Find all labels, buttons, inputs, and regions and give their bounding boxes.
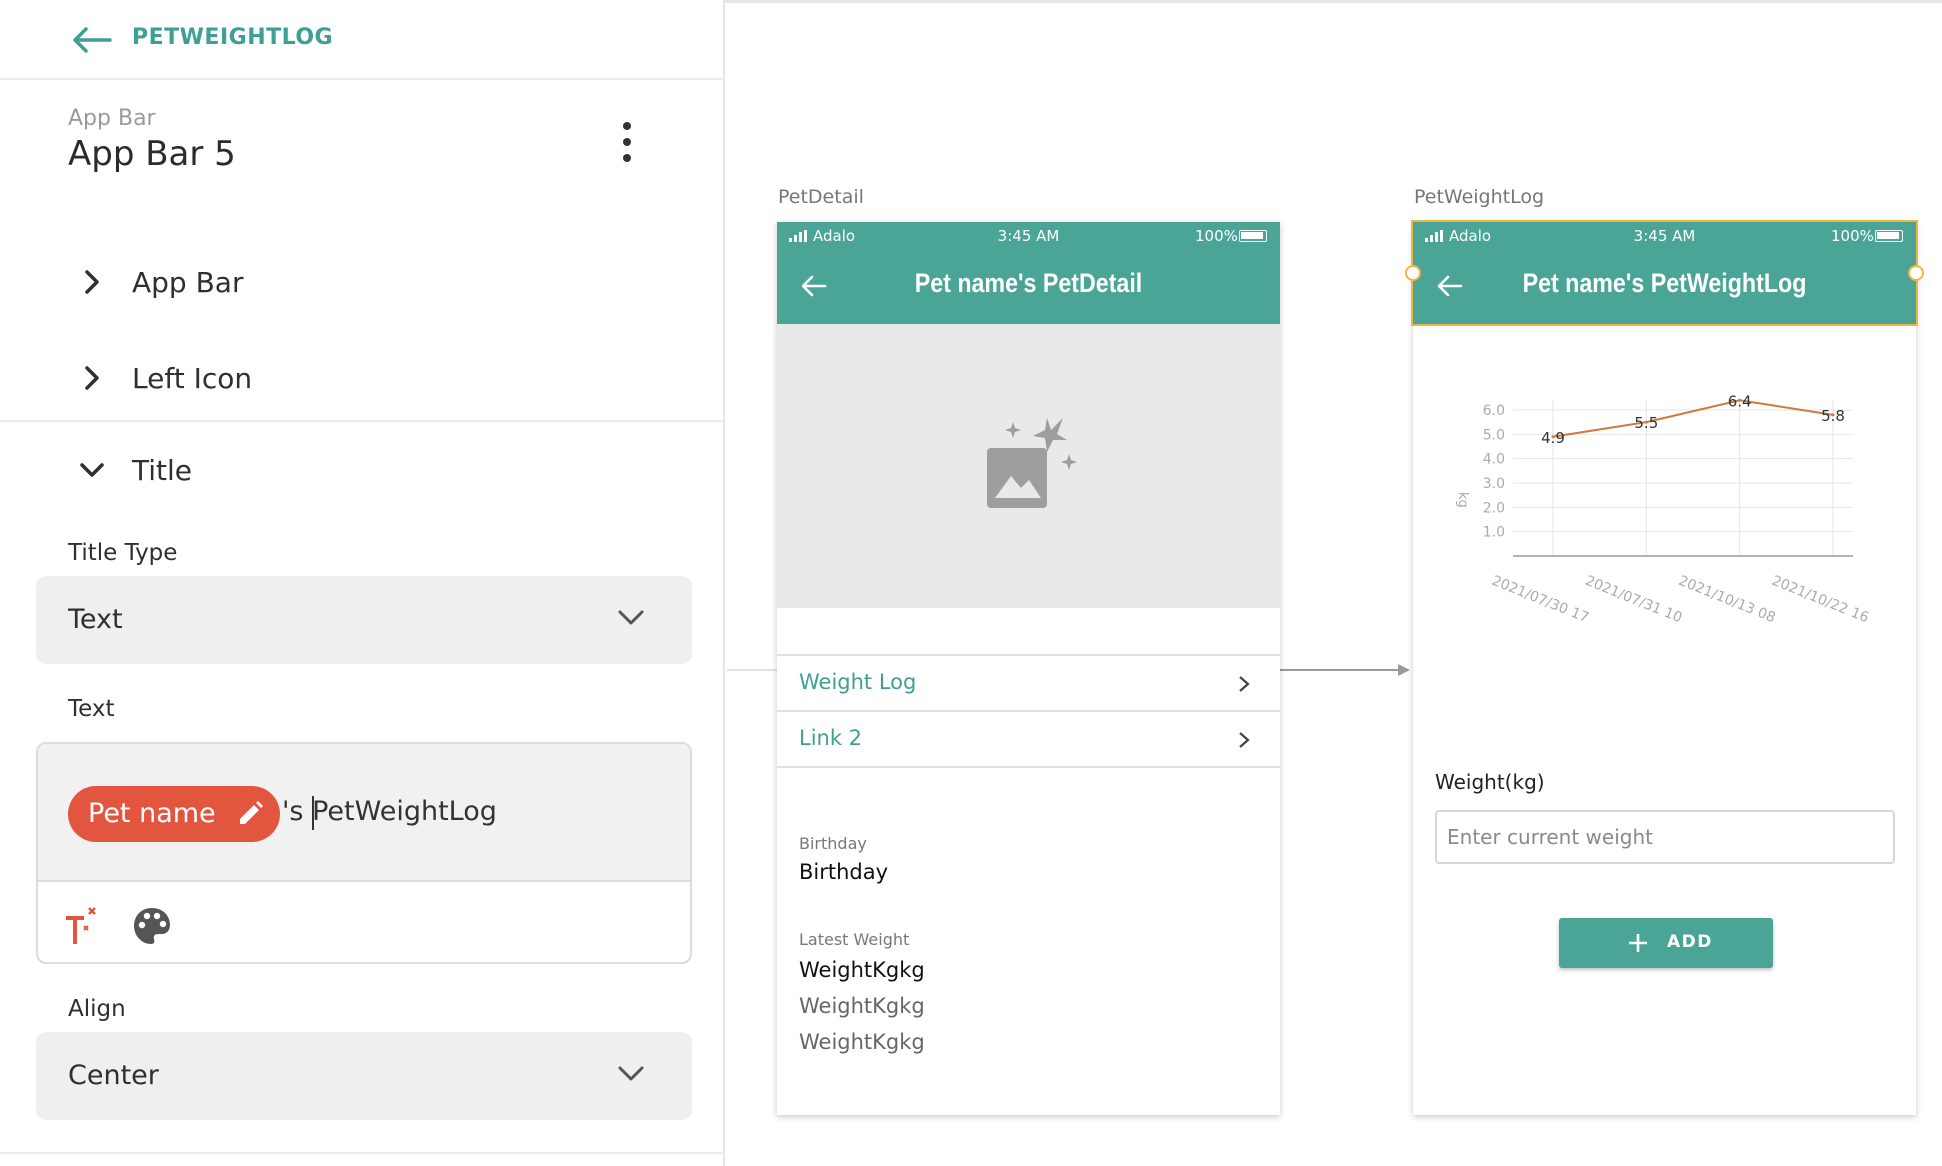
text-editor[interactable]: Pet name 's PetWeightLog xyxy=(36,742,692,964)
data-label: 6.4 xyxy=(1728,392,1752,410)
data-label: 5.8 xyxy=(1821,407,1845,425)
y-tick-label: 2.0 xyxy=(1483,500,1505,516)
section-app-bar[interactable]: App Bar xyxy=(70,258,670,308)
divider xyxy=(777,766,1280,768)
editor-root: PETWEIGHTLOG App Bar App Bar 5 App Bar L… xyxy=(0,0,1942,1166)
battery-icon xyxy=(1875,230,1903,242)
battery-percent: 100% xyxy=(1831,227,1874,245)
latest-weight-label: Latest Weight xyxy=(799,930,910,949)
text-caret xyxy=(312,796,314,830)
screen-label-petdetail[interactable]: PetDetail xyxy=(778,186,864,208)
incoming-link-line xyxy=(727,669,777,671)
chevron-right-icon xyxy=(1239,676,1250,692)
y-tick-label: 5.0 xyxy=(1483,427,1505,443)
magic-text-icon[interactable] xyxy=(62,904,102,948)
properties-panel: PETWEIGHTLOG App Bar App Bar 5 App Bar L… xyxy=(0,0,725,1166)
magic-text-chip[interactable]: Pet name xyxy=(68,786,280,842)
y-tick-label: 6.0 xyxy=(1483,403,1505,419)
palette-icon[interactable] xyxy=(132,906,172,946)
birthday-value: Birthday xyxy=(799,860,889,884)
app-name[interactable]: PETWEIGHTLOG xyxy=(132,25,333,50)
image-placeholder[interactable] xyxy=(777,324,1280,608)
panel-header: PETWEIGHTLOG xyxy=(0,0,723,80)
data-label: 5.5 xyxy=(1634,414,1658,432)
app-bar-selected[interactable]: Pet name's PetWeightLog xyxy=(1413,250,1916,324)
weight-chart: 1.0 2.0 3.0 4.0 5.0 6.0 kg 2021/07/30 172021/07… xyxy=(1455,392,1872,626)
section-title[interactable]: Title xyxy=(70,446,670,496)
app-bar-title: Pet name's PetDetail xyxy=(914,268,1143,298)
x-tick-label: 2021/10/13 08 xyxy=(1676,573,1777,626)
section-label: App Bar xyxy=(132,266,244,299)
pencil-icon[interactable] xyxy=(236,800,264,828)
resize-handle-right[interactable] xyxy=(1908,265,1924,281)
section-label: Left Icon xyxy=(132,362,253,395)
align-value: Center xyxy=(68,1060,159,1091)
status-bar: Adalo 3:45 AM 100% xyxy=(1413,222,1916,250)
app-bar[interactable]: Pet name's PetDetail xyxy=(777,250,1280,324)
screen-label-petweightlog[interactable]: PetWeightLog xyxy=(1414,186,1544,208)
chevron-right-icon xyxy=(1239,732,1250,748)
list-item-label: Weight Log xyxy=(799,670,917,694)
battery-icon xyxy=(1239,230,1267,242)
y-axis-label: kg xyxy=(1455,492,1470,508)
x-tick-label: 2021/07/31 10 xyxy=(1583,573,1684,626)
chevron-right-icon xyxy=(85,270,99,294)
add-button-label: ADD xyxy=(1667,932,1713,952)
chevron-down-icon xyxy=(80,463,104,477)
weight-field-label: Weight(kg) xyxy=(1435,770,1545,794)
weight-input[interactable] xyxy=(1435,810,1895,864)
screen-petweightlog[interactable]: Adalo 3:45 AM 100% Pet name's PetWeightL… xyxy=(1405,220,1924,1115)
weight-value: WeightKgkg xyxy=(799,1030,925,1054)
chevron-down-icon xyxy=(618,1066,644,1081)
divider xyxy=(0,1152,723,1154)
y-tick-label: 4.0 xyxy=(1483,452,1505,468)
back-arrow-icon[interactable] xyxy=(70,24,112,56)
text-label: Text xyxy=(68,696,115,722)
section-label: Title xyxy=(132,454,193,487)
image-placeholder-icon xyxy=(987,418,1077,508)
text-after-chip: 's PetWeightLog xyxy=(282,796,497,827)
chevron-down-icon xyxy=(618,610,644,625)
status-bar: Adalo 3:45 AM 100% xyxy=(777,222,1280,250)
weight-value: WeightKgkg xyxy=(799,958,925,982)
resize-handle-left[interactable] xyxy=(1405,265,1421,281)
title-type-label: Title Type xyxy=(68,540,178,566)
section-left-icon[interactable]: Left Icon xyxy=(70,354,670,404)
y-tick-label: 1.0 xyxy=(1483,525,1505,541)
birthday-label: Birthday xyxy=(799,834,867,853)
title-type-value: Text xyxy=(68,604,123,635)
series-line xyxy=(1552,399,1834,438)
data-label: 4.9 xyxy=(1541,429,1565,447)
text-input-area[interactable]: Pet name 's PetWeightLog xyxy=(38,744,690,882)
component-header: App Bar App Bar 5 App Bar Left Icon xyxy=(0,82,723,422)
x-tick-label: 2021/10/22 16 xyxy=(1770,573,1872,626)
y-tick-label: 3.0 xyxy=(1483,476,1505,492)
component-type: App Bar xyxy=(68,106,156,131)
plus-icon xyxy=(1629,934,1647,952)
title-type-select[interactable]: Text xyxy=(36,576,692,664)
screen-link-arrow xyxy=(1280,664,1410,676)
list-item-weight-log[interactable]: Weight Log xyxy=(777,656,1280,710)
screen-petdetail[interactable]: Adalo 3:45 AM 100% Pet name's PetDetail … xyxy=(777,222,1280,1115)
battery-percent: 100% xyxy=(1195,227,1238,245)
chevron-right-icon xyxy=(85,366,99,390)
list-item-label: Link 2 xyxy=(799,726,863,750)
more-vert-icon[interactable] xyxy=(612,120,642,164)
add-button[interactable]: ADD xyxy=(1559,918,1773,968)
app-bar-title: Pet name's PetWeightLog xyxy=(1522,268,1807,298)
x-tick-label: 2021/07/30 17 xyxy=(1490,573,1591,626)
list-item-link-2[interactable]: Link 2 xyxy=(777,712,1280,766)
component-name[interactable]: App Bar 5 xyxy=(68,134,236,174)
align-label: Align xyxy=(68,996,126,1022)
chip-label: Pet name xyxy=(88,798,216,829)
weight-value: WeightKgkg xyxy=(799,994,925,1018)
align-select[interactable]: Center xyxy=(36,1032,692,1120)
